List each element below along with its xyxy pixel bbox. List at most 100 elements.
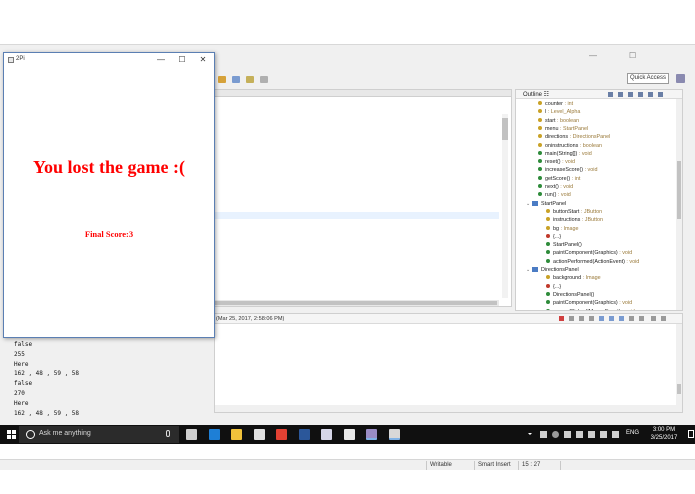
console-output[interactable]: false 255 Here 162 , 48 , 59 , 58 false … xyxy=(14,340,79,418)
outline-item[interactable]: bg : Image xyxy=(546,225,578,233)
editor-horizontal-scrollbar[interactable] xyxy=(215,300,499,306)
clear-console-icon[interactable] xyxy=(589,316,594,321)
ide-status-bar: Writable Smart Insert 15 : 27 xyxy=(0,459,695,470)
hide-local-types-icon[interactable] xyxy=(648,92,653,97)
scrollbar-thumb[interactable] xyxy=(677,161,681,219)
toolbar-back-icon[interactable] xyxy=(260,76,268,83)
hide-nonpublic-icon[interactable] xyxy=(638,92,643,97)
display-console-icon[interactable] xyxy=(629,316,634,321)
close-button[interactable]: ✕ xyxy=(194,54,212,66)
keyboard-icon[interactable] xyxy=(612,431,619,438)
game-window[interactable]: 2Pi — ☐ ✕ You lost the game :( Final Sco… xyxy=(3,52,215,338)
maximize-button[interactable]: ☐ xyxy=(173,54,191,66)
outline-vertical-scrollbar[interactable] xyxy=(676,99,682,310)
outline-item[interactable]: oninstructions : boolean xyxy=(538,142,602,150)
outline-item[interactable]: getScore() : int xyxy=(538,175,580,183)
outline-item[interactable]: paintComponent(Graphics) : void xyxy=(546,299,632,307)
cortana-search-box[interactable]: Ask me anything xyxy=(19,426,179,443)
outline-item[interactable]: start : boolean xyxy=(538,117,579,125)
outline-item[interactable]: ⌄ StartPanel xyxy=(526,200,566,208)
minimize-button[interactable]: — xyxy=(152,54,170,66)
media-app-icon[interactable] xyxy=(321,429,332,440)
toolbar-search-icon[interactable] xyxy=(232,76,240,83)
outline-item[interactable]: reset() : void xyxy=(538,158,575,166)
input-language[interactable]: ENG xyxy=(626,430,639,436)
scroll-lock-icon[interactable] xyxy=(599,316,604,321)
outline-item[interactable]: counter : int xyxy=(538,100,573,108)
hide-static-icon[interactable] xyxy=(628,92,633,97)
outline-item[interactable]: main(String[]) : void xyxy=(538,150,592,158)
outline-item[interactable]: background : Image xyxy=(546,274,601,282)
outline-item-type: : Image xyxy=(582,275,601,282)
remove-launch-icon[interactable] xyxy=(569,316,574,321)
pin-console-icon[interactable] xyxy=(619,316,624,321)
open-console-icon[interactable] xyxy=(639,316,644,321)
remove-all-icon[interactable] xyxy=(579,316,584,321)
action-center-icon[interactable] xyxy=(688,430,694,438)
outline-item[interactable]: ⌄ DirectionsPanel xyxy=(526,266,579,274)
eclipse-icon[interactable] xyxy=(366,429,377,440)
task-view-icon[interactable] xyxy=(186,429,197,440)
windows-logo-icon xyxy=(12,435,16,439)
console-maximize-icon[interactable] xyxy=(661,316,666,321)
console-horizontal-scrollbar[interactable] xyxy=(215,405,682,412)
battery-icon[interactable] xyxy=(564,431,571,438)
outline-item[interactable]: DirectionsPanel() xyxy=(546,291,594,299)
outline-view: Outline ☷ counter : int l : Level_Alpha st… xyxy=(515,89,683,311)
game-window-titlebar[interactable]: 2Pi — ☐ ✕ xyxy=(4,53,214,67)
outline-item[interactable]: paintComponent(Graphics) : void xyxy=(546,249,632,257)
word-icon[interactable] xyxy=(298,429,310,440)
microphone-icon[interactable] xyxy=(166,430,170,437)
edge-icon[interactable] xyxy=(208,429,220,440)
show-hidden-icons-icon[interactable] xyxy=(528,433,532,435)
outline-item[interactable]: actionPerformed(ActionEvent) : void xyxy=(546,258,639,266)
console-minimize-icon[interactable] xyxy=(651,316,656,321)
scrollbar-thumb[interactable] xyxy=(215,301,497,305)
outline-item-name: buttonStart xyxy=(553,208,580,215)
clock-date[interactable]: 3/25/2017 xyxy=(644,435,684,441)
clock-time[interactable]: 3:00 PM xyxy=(644,427,684,433)
outline-item[interactable]: instructions : JButton xyxy=(546,216,603,224)
calculator-icon[interactable] xyxy=(343,429,355,440)
outline-item[interactable]: next() : void xyxy=(538,183,573,191)
view-menu-icon[interactable] xyxy=(658,92,663,97)
sort-icon[interactable] xyxy=(608,92,613,97)
terminate-icon[interactable] xyxy=(559,316,564,321)
scrollbar-thumb[interactable] xyxy=(502,118,508,140)
file-explorer-icon[interactable] xyxy=(231,429,242,440)
java-app-icon[interactable] xyxy=(388,429,400,440)
outline-item[interactable]: directions : DirectionsPanel xyxy=(538,133,610,141)
quick-access-input[interactable]: Quick Access xyxy=(627,73,669,84)
people-icon[interactable] xyxy=(540,431,547,438)
toolbar-task-icon[interactable] xyxy=(218,76,226,83)
outline-item[interactable]: buttonStart : JButton xyxy=(546,208,602,216)
scrollbar-thumb[interactable] xyxy=(677,384,681,394)
outline-title[interactable]: Outline ☷ xyxy=(523,91,549,98)
store-icon[interactable] xyxy=(253,429,265,440)
onedrive-icon[interactable] xyxy=(552,431,559,438)
hide-fields-icon[interactable] xyxy=(618,92,623,97)
toolbar-annotation-icon[interactable] xyxy=(246,76,254,83)
outline-item[interactable]: menu : StartPanel xyxy=(538,125,588,133)
editor-vertical-scrollbar[interactable] xyxy=(502,114,508,298)
outline-item[interactable]: mouseClicked(MouseEvent) : void xyxy=(546,308,635,310)
outline-item[interactable]: l : Level_Alpha xyxy=(538,108,580,116)
class-icon xyxy=(532,200,538,206)
ide-maximize-button[interactable]: ☐ xyxy=(629,51,636,60)
display-icon[interactable] xyxy=(600,431,607,438)
start-button[interactable] xyxy=(7,430,16,439)
ide-minimize-button[interactable]: — xyxy=(589,51,597,60)
network-icon[interactable] xyxy=(576,431,583,438)
code-editor[interactable] xyxy=(214,89,512,307)
outline-item[interactable]: StartPanel() xyxy=(546,241,582,249)
outline-item[interactable]: increaseScore() : void xyxy=(538,166,597,174)
console-vertical-scrollbar[interactable] xyxy=(676,324,682,406)
outline-item[interactable]: {...} xyxy=(546,283,561,291)
java-perspective-icon[interactable] xyxy=(676,74,685,83)
outline-item-name: menu xyxy=(545,125,559,132)
outline-item[interactable]: {...} xyxy=(546,233,561,241)
word-wrap-icon[interactable] xyxy=(609,316,614,321)
chrome-icon[interactable] xyxy=(276,429,287,440)
volume-icon[interactable] xyxy=(588,431,595,438)
outline-item[interactable]: run() : void xyxy=(538,191,571,199)
